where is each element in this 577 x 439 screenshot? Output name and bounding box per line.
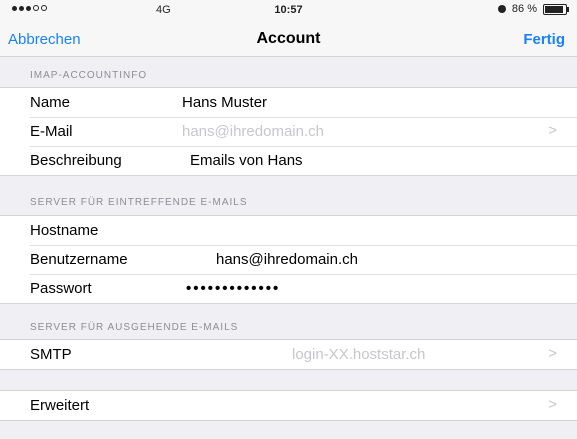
incoming-server-group: Hostname Benutzername hans@ihredomain.ch… (0, 215, 577, 304)
chevron-right-icon: > (548, 122, 557, 139)
navigation-bar: Abbrechen Account Fertig (0, 22, 577, 57)
advanced-row[interactable]: Erweitert > (0, 391, 577, 420)
advanced-group: Erweitert > (0, 390, 577, 421)
page-title: Account (256, 30, 321, 47)
password-row[interactable]: Passwort ••••••••••••• (0, 274, 577, 303)
email-field[interactable]: hans@ihredomain.ch (182, 123, 324, 140)
battery-icon (543, 3, 569, 15)
do-not-disturb-icon (497, 5, 506, 13)
smtp-row[interactable]: SMTP login-XX.hoststar.ch > (0, 340, 577, 369)
name-field[interactable]: Hans Muster (182, 94, 267, 111)
status-bar: 4G 10:57 86 % (0, 0, 577, 22)
smtp-server-value: login-XX.hoststar.ch (292, 346, 426, 363)
username-field[interactable]: hans@ihredomain.ch (216, 251, 358, 268)
email-label: E-Mail (30, 123, 73, 140)
done-button[interactable]: Fertig (523, 31, 565, 48)
section-header-incoming: SERVER FÜR EINTREFFENDE E-MAILS (30, 197, 248, 208)
description-field[interactable]: Emails von Hans (190, 152, 303, 169)
name-label: Name (30, 94, 71, 111)
chevron-right-icon: > (548, 396, 557, 413)
hostname-field[interactable] (180, 222, 540, 238)
smtp-label: SMTP (30, 346, 72, 363)
status-time: 10:57 (274, 4, 303, 16)
name-row[interactable]: Name Hans Muster (0, 88, 577, 117)
email-row[interactable]: E-Mail hans@ihredomain.ch > (0, 117, 577, 146)
outgoing-server-group: SMTP login-XX.hoststar.ch > (0, 339, 577, 370)
battery-percent: 86 % (511, 3, 537, 15)
hostname-row[interactable]: Hostname (0, 216, 577, 245)
imap-account-group: Name Hans Muster E-Mail hans@ihredomain.… (0, 87, 577, 176)
password-field[interactable]: ••••••••••••• (186, 280, 280, 297)
username-row[interactable]: Benutzername hans@ihredomain.ch (0, 245, 577, 274)
description-row[interactable]: Beschreibung Emails von Hans (0, 146, 577, 175)
description-label: Beschreibung (30, 152, 122, 169)
section-header-outgoing: SERVER FÜR AUSGEHENDE E-MAILS (30, 322, 239, 333)
section-header-imap: IMAP-ACCOUNTINFO (30, 70, 148, 81)
hostname-label: Hostname (30, 222, 99, 239)
chevron-right-icon: > (548, 345, 557, 362)
username-label: Benutzername (30, 251, 128, 268)
advanced-label: Erweitert (30, 397, 90, 414)
password-label: Passwort (30, 280, 92, 297)
